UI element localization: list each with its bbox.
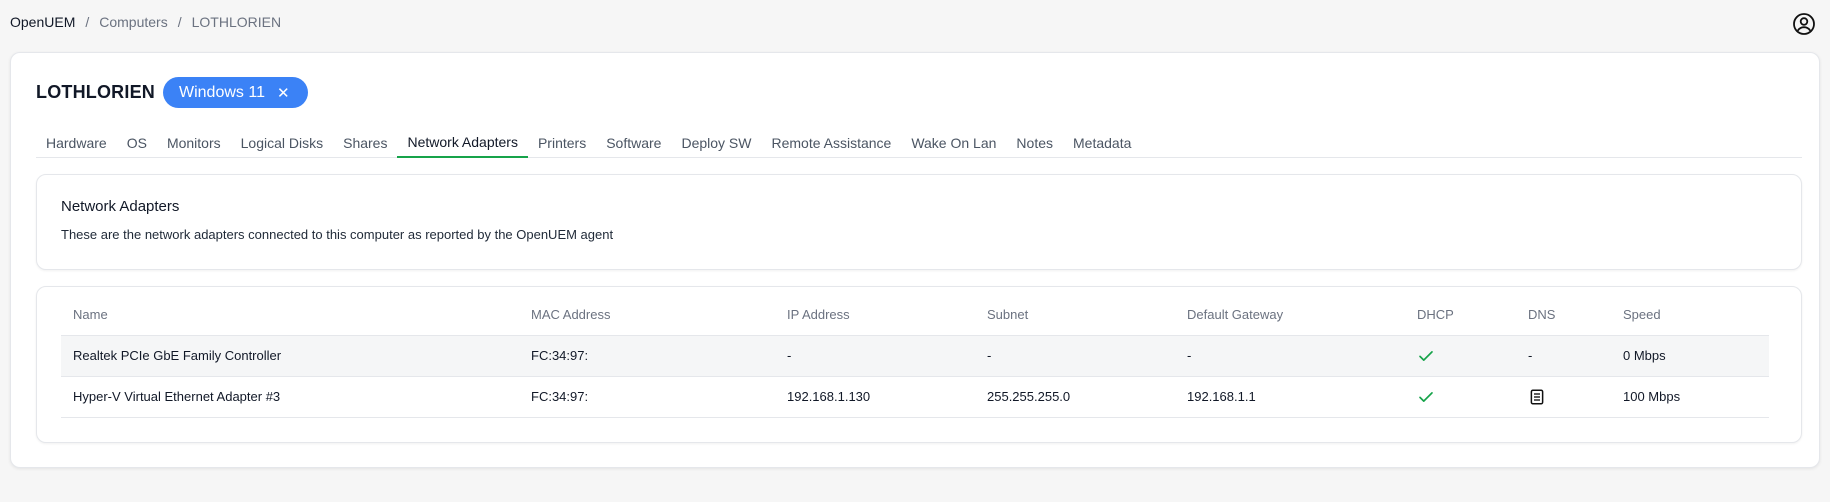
section-description: These are the network adapters connected… xyxy=(61,227,614,242)
check-icon xyxy=(1419,391,1433,402)
breadcrumb-root-link[interactable]: OpenUEM xyxy=(10,14,75,30)
tab-hardware[interactable]: Hardware xyxy=(36,127,117,158)
column-header-subnet: Subnet xyxy=(975,295,1175,336)
network-adapters-table: Name MAC Address IP Address Subnet Defau… xyxy=(61,295,1769,418)
cell-name: Realtek PCIe GbE Family Controller xyxy=(61,335,519,377)
tab-remote-assistance[interactable]: Remote Assistance xyxy=(761,127,901,158)
tab-notes[interactable]: Notes xyxy=(1006,127,1063,158)
close-icon[interactable]: ✕ xyxy=(277,84,290,102)
breadcrumb-separator: / xyxy=(177,14,182,30)
document-icon[interactable] xyxy=(1528,388,1546,406)
cell-ip-address: 192.168.1.130 xyxy=(775,376,975,418)
cell-dhcp xyxy=(1405,335,1516,377)
cell-subnet: 255.255.255.0 xyxy=(975,376,1175,418)
section-title: Network Adapters xyxy=(61,198,180,215)
column-header-speed: Speed xyxy=(1611,295,1769,336)
column-header-dhcp: DHCP xyxy=(1405,295,1516,336)
tab-software[interactable]: Software xyxy=(596,127,671,158)
check-icon xyxy=(1419,350,1433,361)
tab-bar: Hardware OS Monitors Logical Disks Share… xyxy=(36,127,1802,158)
column-header-default-gateway: Default Gateway xyxy=(1175,295,1405,336)
cell-subnet: - xyxy=(975,335,1175,377)
cell-mac-address: FC:34:97: xyxy=(519,335,775,377)
cell-ip-address: - xyxy=(775,335,975,377)
os-badge-label: Windows 11 xyxy=(179,83,265,101)
breadcrumb: OpenUEM / Computers / LOTHLORIEN xyxy=(10,14,281,30)
tab-logical-disks[interactable]: Logical Disks xyxy=(231,127,333,158)
column-header-mac-address: MAC Address xyxy=(519,295,775,336)
info-card: Network Adapters These are the network a… xyxy=(36,174,1802,270)
cell-default-gateway: - xyxy=(1175,335,1405,377)
table-row: Hyper-V Virtual Ethernet Adapter #3 FC:3… xyxy=(61,376,1769,418)
network-adapters-table-card: Name MAC Address IP Address Subnet Defau… xyxy=(36,286,1802,443)
cell-dns xyxy=(1516,376,1611,418)
tab-printers[interactable]: Printers xyxy=(528,127,596,158)
cell-mac-address: FC:34:97: xyxy=(519,376,775,418)
tab-os[interactable]: OS xyxy=(117,127,157,158)
computer-detail-card: LOTHLORIEN Windows 11 ✕ Hardware OS Moni… xyxy=(10,52,1820,468)
cell-speed: 100 Mbps xyxy=(1611,376,1769,418)
breadcrumb-computers-link[interactable]: Computers xyxy=(99,14,167,30)
cell-default-gateway: 192.168.1.1 xyxy=(1175,376,1405,418)
page-title: LOTHLORIEN xyxy=(36,82,155,102)
user-account-icon[interactable] xyxy=(1792,12,1816,36)
tab-shares[interactable]: Shares xyxy=(333,127,397,158)
tab-deploy-sw[interactable]: Deploy SW xyxy=(671,127,761,158)
column-header-ip-address: IP Address xyxy=(775,295,975,336)
cell-name: Hyper-V Virtual Ethernet Adapter #3 xyxy=(61,376,519,418)
breadcrumb-current: LOTHLORIEN xyxy=(191,14,282,30)
tab-wake-on-lan[interactable]: Wake On Lan xyxy=(901,127,1006,158)
table-row: Realtek PCIe GbE Family Controller FC:34… xyxy=(61,335,1769,377)
column-header-name: Name xyxy=(61,295,519,336)
tab-metadata[interactable]: Metadata xyxy=(1063,127,1141,158)
column-header-dns: DNS xyxy=(1516,295,1611,336)
table-header-row: Name MAC Address IP Address Subnet Defau… xyxy=(61,295,1769,336)
tab-monitors[interactable]: Monitors xyxy=(157,127,231,158)
tab-network-adapters[interactable]: Network Adapters xyxy=(397,127,528,158)
cell-speed: 0 Mbps xyxy=(1611,335,1769,377)
cell-dhcp xyxy=(1405,376,1516,418)
title-row: LOTHLORIEN Windows 11 ✕ xyxy=(36,77,308,108)
breadcrumb-separator: / xyxy=(85,14,90,30)
cell-dns: - xyxy=(1516,335,1611,377)
os-badge[interactable]: Windows 11 ✕ xyxy=(163,77,308,108)
